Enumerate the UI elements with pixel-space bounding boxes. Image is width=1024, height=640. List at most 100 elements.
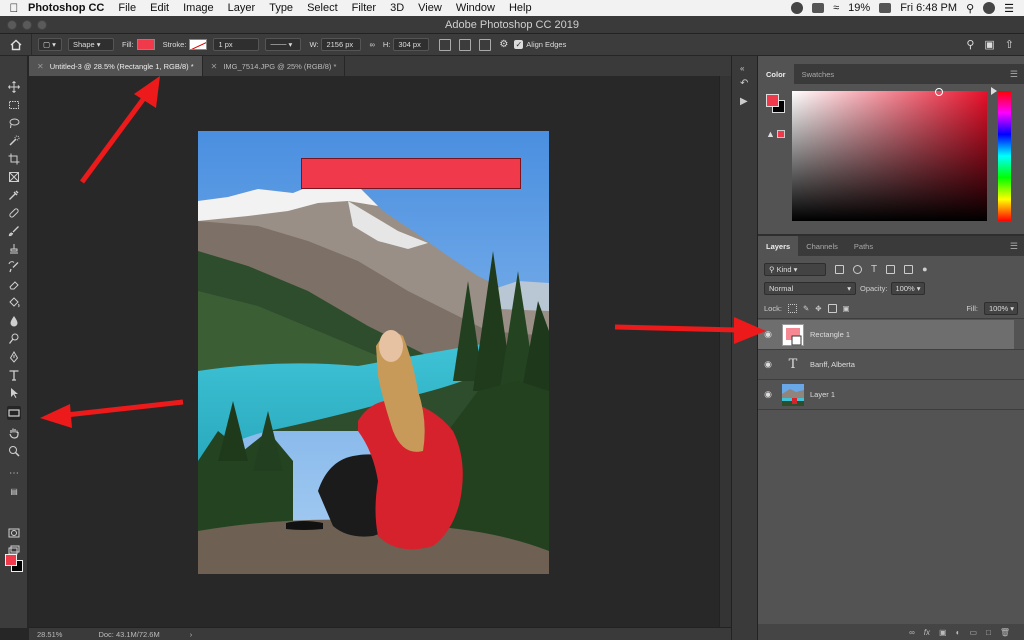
more-tools-icon[interactable]: ⋯: [7, 466, 21, 480]
height-field[interactable]: 304 px: [393, 38, 430, 51]
document-image[interactable]: [198, 131, 549, 574]
airplay-icon[interactable]: [812, 3, 825, 13]
menu-file[interactable]: File: [118, 2, 136, 14]
paint-bucket-tool-icon[interactable]: [7, 296, 21, 310]
tab-paths[interactable]: Paths: [846, 236, 881, 256]
gamut-swatch[interactable]: [777, 130, 785, 138]
foreground-color[interactable]: [5, 554, 17, 566]
healing-tool-icon[interactable]: [7, 206, 21, 220]
visibility-eye-icon[interactable]: ◉: [758, 329, 778, 340]
menu-help[interactable]: Help: [509, 2, 532, 14]
lock-position-icon[interactable]: ✥: [815, 304, 821, 313]
layer-row-rectangle-1[interactable]: ◉ Rectangle 1: [758, 320, 1014, 349]
layer-row-layer-1[interactable]: ◉ Layer 1: [758, 380, 1014, 409]
close-tab-icon[interactable]: ✕: [211, 62, 218, 71]
eyedropper-tool-icon[interactable]: [7, 188, 21, 202]
add-mask-icon[interactable]: ▣: [939, 628, 947, 637]
visibility-eye-icon[interactable]: ◉: [758, 359, 778, 370]
tab-swatches[interactable]: Swatches: [794, 64, 843, 84]
menu-filter[interactable]: Filter: [352, 2, 376, 14]
wifi-icon[interactable]: ≈: [833, 2, 839, 14]
history-brush-tool-icon[interactable]: [7, 260, 21, 274]
workspace-icon[interactable]: ▣: [984, 38, 994, 51]
marquee-tool-icon[interactable]: [7, 98, 21, 112]
history-icon[interactable]: ↶: [740, 78, 752, 90]
new-group-icon[interactable]: ▭: [969, 628, 977, 637]
stroke-width-field[interactable]: 1 px: [213, 38, 260, 51]
share-icon[interactable]: ⇧: [1005, 38, 1014, 51]
search-icon[interactable]: ⚲: [966, 38, 974, 51]
crop-tool-icon[interactable]: [7, 152, 21, 166]
spotlight-search-icon[interactable]: ⚲: [966, 2, 974, 15]
frame-tool-icon[interactable]: [7, 170, 21, 184]
canvas-vertical-scrollbar[interactable]: [719, 76, 731, 627]
menu-type[interactable]: Type: [269, 2, 293, 14]
tab-layers[interactable]: Layers: [758, 236, 799, 256]
delete-layer-icon[interactable]: 🗑: [1000, 628, 1010, 637]
width-field[interactable]: 2156 px: [321, 38, 362, 51]
adjustment-layer-icon[interactable]: ◐: [956, 628, 961, 637]
link-dimensions-icon[interactable]: ∞: [369, 40, 374, 49]
path-select-tool-icon[interactable]: [7, 386, 21, 400]
fill-color-swatch[interactable]: [136, 39, 155, 50]
stroke-type-select[interactable]: ─── ▾: [265, 38, 302, 51]
hue-slider[interactable]: [998, 91, 1011, 221]
dodge-tool-icon[interactable]: [7, 332, 21, 346]
layer-name[interactable]: Rectangle 1: [810, 330, 850, 339]
battery-icon[interactable]: [879, 3, 892, 13]
panel-menu-icon[interactable]: ☰: [1010, 69, 1018, 80]
notification-center-icon[interactable]: ☰: [1004, 2, 1014, 15]
link-layers-icon[interactable]: ∞: [909, 628, 915, 637]
menu-window[interactable]: Window: [456, 2, 495, 14]
move-tool-icon[interactable]: [7, 80, 21, 94]
layer-name[interactable]: Layer 1: [810, 390, 835, 399]
brush-tool-icon[interactable]: [7, 224, 21, 238]
stroke-color-swatch[interactable]: [189, 39, 208, 50]
fill-field[interactable]: 100% ▾: [984, 301, 1018, 315]
hand-tool-icon[interactable]: [7, 426, 21, 440]
default-colors-icon[interactable]: ▤: [7, 484, 21, 498]
new-layer-icon[interactable]: □: [986, 628, 991, 637]
path-arrangement-icon[interactable]: [479, 38, 492, 51]
menu-select[interactable]: Select: [307, 2, 338, 14]
siri-icon[interactable]: [983, 2, 996, 14]
actions-play-icon[interactable]: ▶: [740, 96, 752, 108]
filter-shape-icon[interactable]: [886, 264, 896, 274]
zoom-tool-icon[interactable]: [7, 444, 21, 458]
home-button[interactable]: [0, 33, 32, 56]
shape-mode-select[interactable]: Shape ▾: [68, 38, 114, 51]
apple-icon[interactable]: : [0, 1, 28, 15]
tool-preset-picker[interactable]: ▢ ▾: [38, 38, 62, 51]
layer-name[interactable]: Banff, Alberta: [810, 360, 855, 369]
path-alignment-icon[interactable]: [459, 38, 472, 51]
close-tab-icon[interactable]: ✕: [37, 62, 44, 71]
pen-tool-icon[interactable]: [7, 350, 21, 364]
rectangle-tool-icon[interactable]: [7, 406, 21, 420]
filter-smart-object-icon[interactable]: [904, 264, 914, 274]
menu-3d[interactable]: 3D: [390, 2, 404, 14]
lock-pixels-icon[interactable]: ✎: [803, 304, 809, 313]
type-tool-icon[interactable]: [7, 368, 21, 382]
menu-edit[interactable]: Edit: [150, 2, 169, 14]
color-picker-ring[interactable]: [935, 88, 943, 96]
blur-tool-icon[interactable]: [7, 314, 21, 328]
filter-type-icon[interactable]: T: [871, 264, 877, 275]
filter-kind-select[interactable]: ⚲ Kind ▾: [764, 262, 826, 276]
filter-toggle-icon[interactable]: ●: [922, 264, 927, 274]
menu-view[interactable]: View: [418, 2, 442, 14]
layer-row-banff-alberta[interactable]: ◉ T Banff, Alberta: [758, 350, 1014, 379]
tab-channels[interactable]: Channels: [798, 236, 846, 256]
status-menu-arrow-icon[interactable]: ›: [190, 630, 193, 639]
lock-artboard-icon[interactable]: [827, 303, 837, 313]
panel-foreground-color[interactable]: [766, 94, 779, 107]
menu-layer[interactable]: Layer: [228, 2, 256, 14]
visibility-eye-icon[interactable]: ◉: [758, 389, 778, 400]
opacity-field[interactable]: 100% ▾: [890, 281, 925, 295]
blend-mode-select[interactable]: Normal ▾: [764, 281, 856, 295]
clock[interactable]: Fri 6:48 PM: [900, 2, 957, 14]
rectangle-shape[interactable]: [301, 158, 521, 189]
collapse-panels-icon[interactable]: «: [740, 64, 752, 76]
quick-mask-icon[interactable]: [7, 526, 21, 540]
clone-stamp-tool-icon[interactable]: [7, 242, 21, 256]
lasso-tool-icon[interactable]: [7, 116, 21, 130]
